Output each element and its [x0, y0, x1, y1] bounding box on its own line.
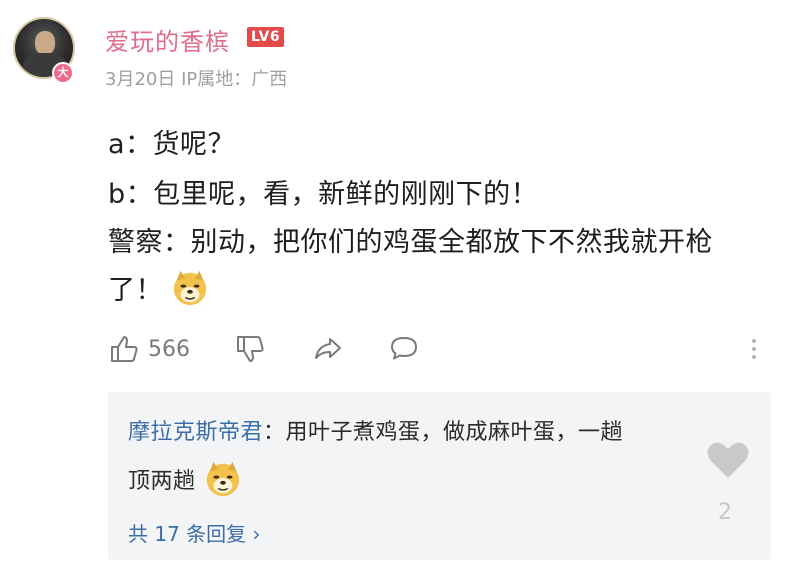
like-button[interactable]: 566	[108, 333, 190, 365]
comment-line: 了！	[108, 275, 163, 306]
ip-location: IP属地：广西	[181, 69, 288, 90]
comment-line: a：货呢？	[108, 129, 236, 160]
comment-meta: 3月20日 IP属地：广西	[105, 65, 287, 91]
username[interactable]: 爱玩的香槟	[105, 22, 230, 57]
reply-preview[interactable]: 摩拉克斯帝君：用叶子煮鸡蛋，做成麻叶蛋，一趟 顶两趟 共 17 条回复 › 2	[108, 392, 771, 560]
comment-line: 警察：别动，把你们的鸡蛋全都放下不然我就开枪	[108, 227, 713, 258]
more-options-button[interactable]	[748, 333, 760, 365]
share-icon	[315, 338, 341, 359]
comment-date: 3月20日	[105, 69, 176, 90]
avatar-face	[35, 31, 55, 55]
dislike-button[interactable]	[234, 333, 266, 365]
avatar-badge: 大	[52, 62, 74, 84]
heart-icon[interactable]	[706, 440, 750, 480]
more-vertical-icon	[752, 339, 756, 359]
reply-button[interactable]	[388, 333, 420, 365]
reply-line: 顶两趟	[128, 460, 242, 498]
share-button[interactable]	[312, 333, 344, 365]
view-more-replies-link[interactable]: 共 17 条回复 ›	[128, 518, 261, 547]
comment-line-last: 了！	[108, 268, 209, 307]
doge-emoji-icon	[206, 461, 239, 497]
comment-line: b：包里呢，看，新鲜的刚刚下的！	[108, 179, 539, 210]
reply-text: 用叶子煮鸡蛋，做成麻叶蛋，一趟	[285, 420, 624, 445]
thumbs-down-icon	[237, 336, 264, 362]
speech-bubble-icon	[391, 337, 417, 360]
reply-line: 摩拉克斯帝君：用叶子煮鸡蛋，做成麻叶蛋，一趟	[128, 414, 623, 446]
reply-separator: ：	[263, 420, 286, 445]
reply-text: 顶两趟	[128, 469, 196, 494]
thumbs-up-icon	[111, 336, 138, 362]
comment-actions: 566	[108, 333, 768, 373]
like-count: 566	[148, 336, 190, 362]
level-badge: LV6	[247, 27, 285, 47]
doge-emoji-icon	[173, 270, 207, 305]
reply-like-count: 2	[718, 500, 732, 525]
reply-author[interactable]: 摩拉克斯帝君	[128, 420, 263, 445]
